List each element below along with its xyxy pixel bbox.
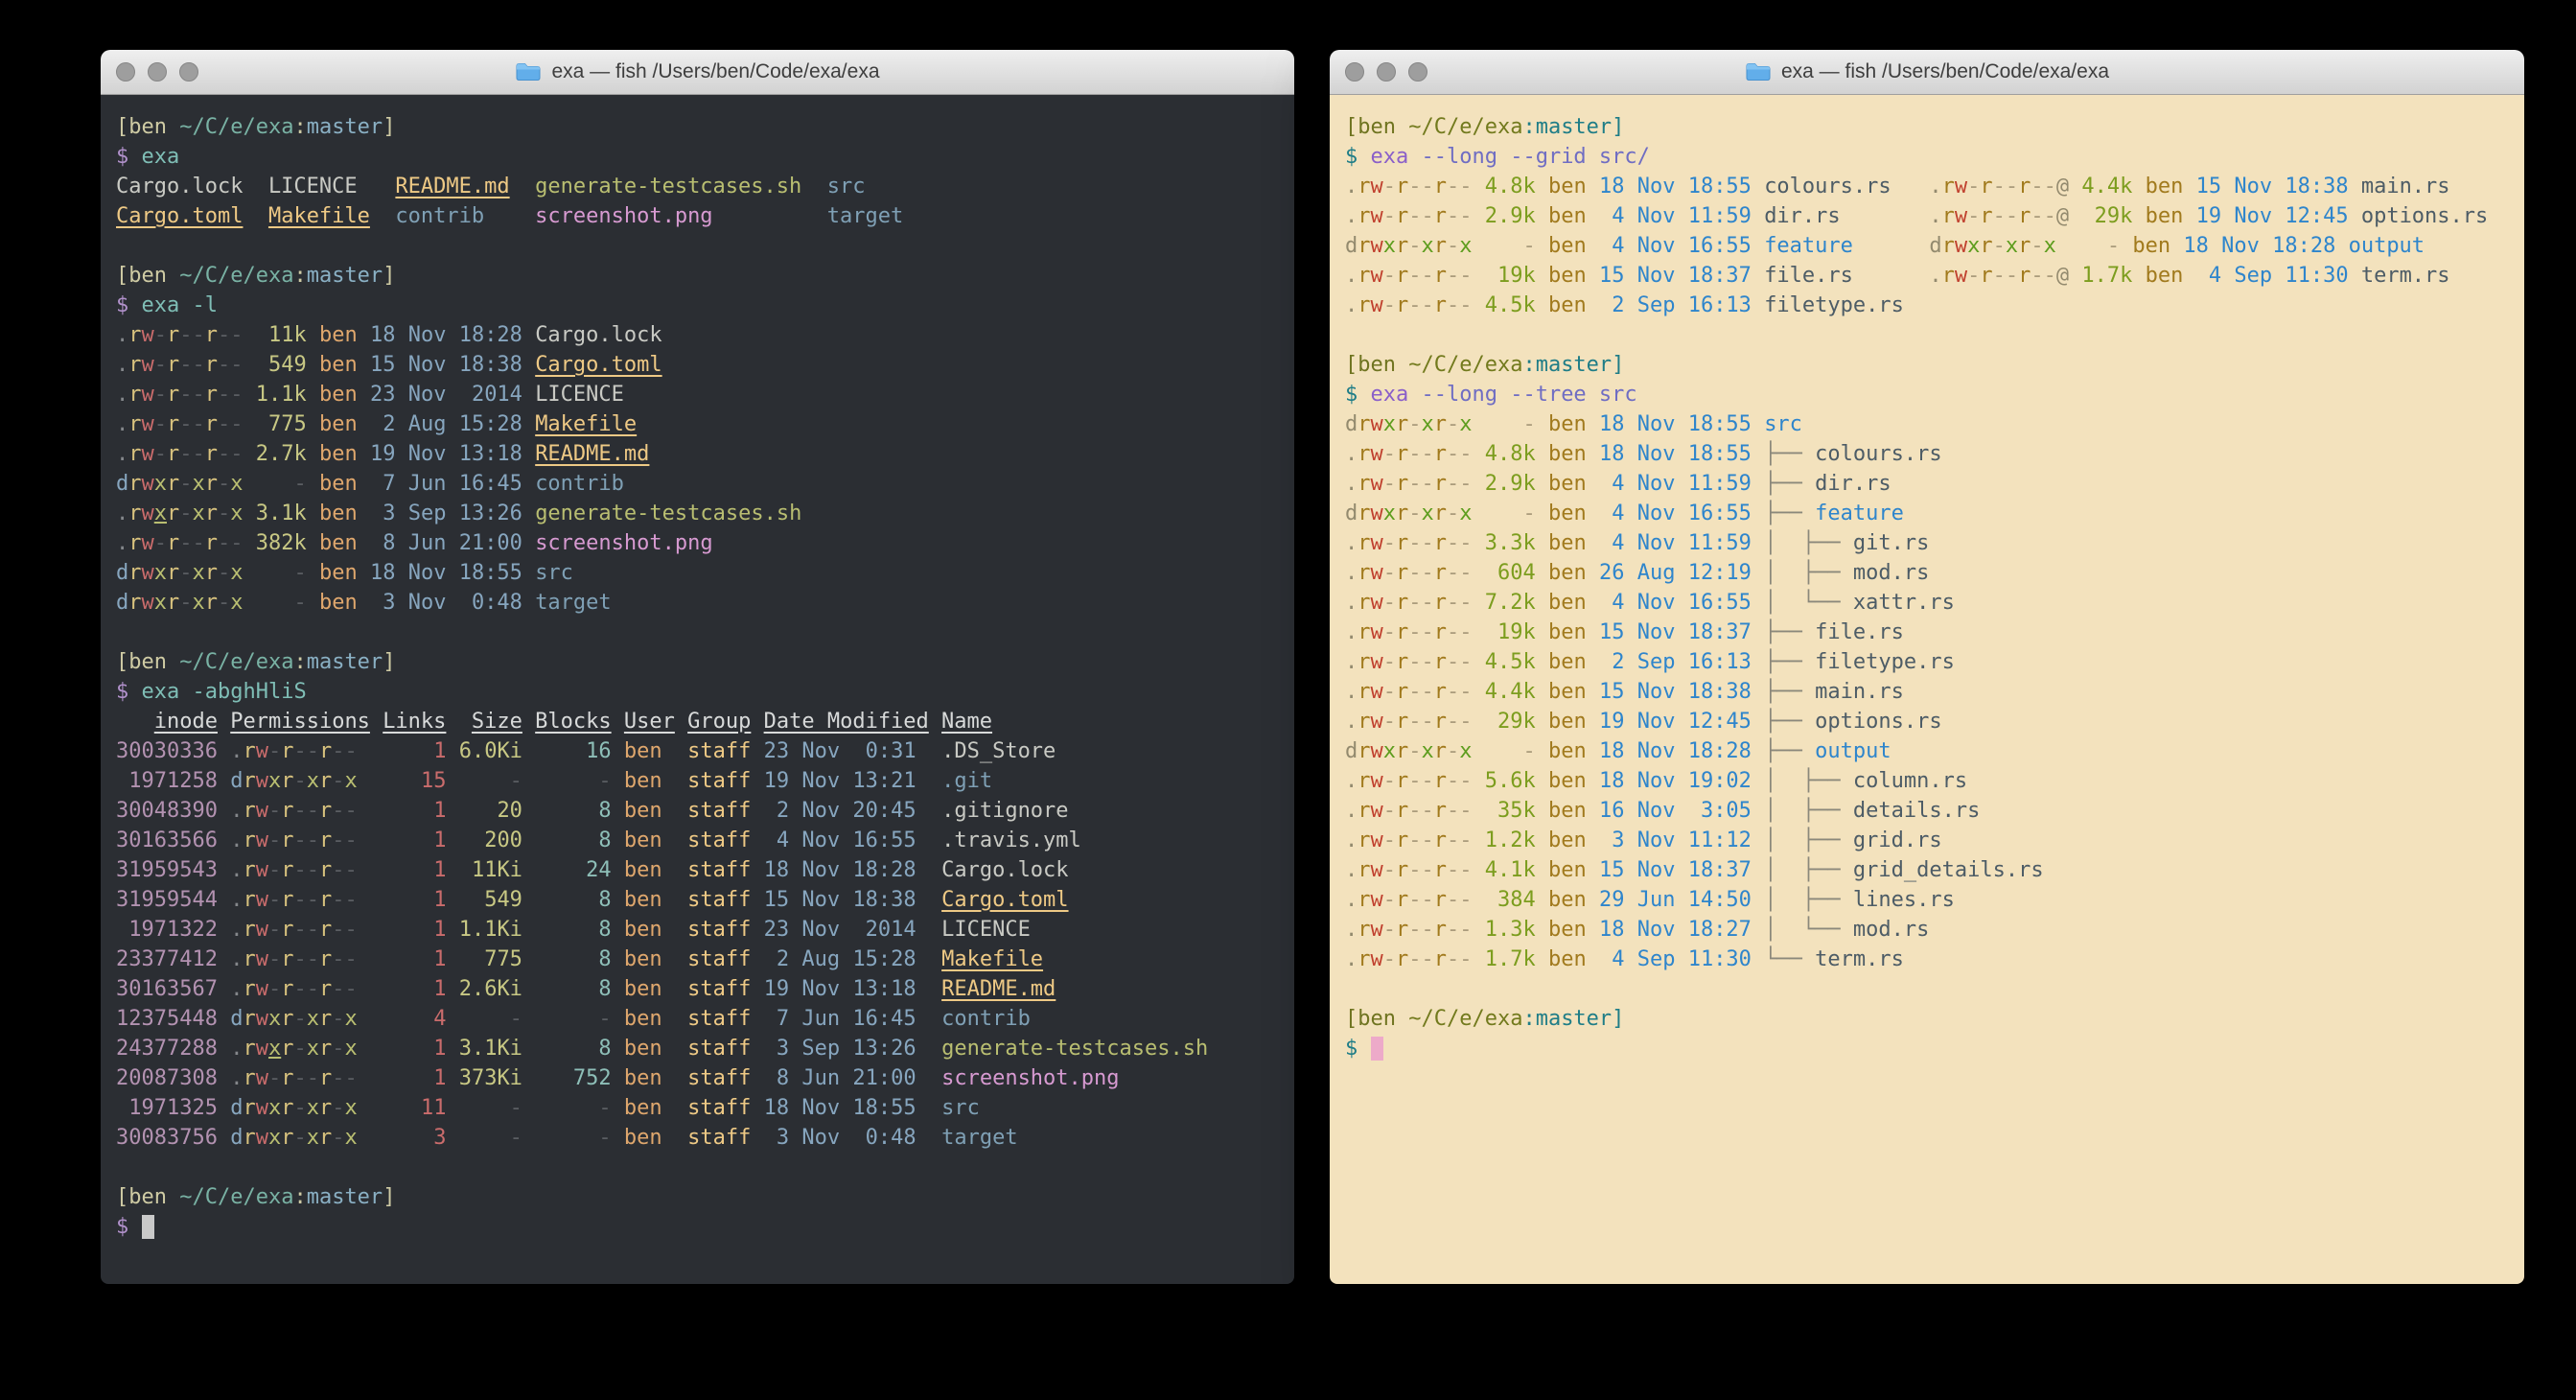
terminal-line [116,1153,1294,1182]
terminal-line: 30048390 .rw-r--r-- 1 20 8 ben staff 2 N… [116,796,1294,826]
window-controls [1345,62,1427,82]
terminal-line: Cargo.toml Makefile contrib screenshot.p… [116,201,1294,231]
minimize-button[interactable] [1377,62,1396,82]
terminal-line: .rw-r--r-- 19k ben 15 Nov 18:37 ├── file… [1345,618,2524,647]
terminal-line [1345,320,2524,350]
terminal-line: $ exa -l [116,291,1294,320]
terminal-line: 24377288 .rwxr-xr-x 1 3.1Ki 8 ben staff … [116,1034,1294,1063]
terminal-line: 30163566 .rw-r--r-- 1 200 8 ben staff 4 … [116,826,1294,855]
terminal-line: 30083756 drwxr-xr-x 3 - - ben staff 3 No… [116,1123,1294,1153]
terminal-line: $ [116,1212,1294,1242]
terminal-line: 12375448 drwxr-xr-x 4 - - ben staff 7 Ju… [116,1004,1294,1034]
terminal-line: $ exa --long --grid src/ [1345,142,2524,172]
terminal-line: .rw-r--r-- 382k ben 8 Jun 21:00 screensh… [116,528,1294,558]
terminal-line: [ben ~/C/e/exa:master] [116,647,1294,677]
desktop: exa — fish /Users/ben/Code/exa/exa [ben … [0,0,2576,1400]
terminal-line: .rwxr-xr-x 3.1k ben 3 Sep 13:26 generate… [116,499,1294,528]
terminal-line: [ben ~/C/e/exa:master] [1345,350,2524,380]
terminal-line: 31959543 .rw-r--r-- 1 11Ki 24 ben staff … [116,855,1294,885]
terminal-line: [ben ~/C/e/exa:master] [1345,1004,2524,1034]
terminal-line: 20087308 .rw-r--r-- 1 373Ki 752 ben staf… [116,1063,1294,1093]
terminal-line: .rw-r--r-- 1.7k ben 4 Sep 11:30 └── term… [1345,945,2524,974]
terminal-line: 31959544 .rw-r--r-- 1 549 8 ben staff 15… [116,885,1294,915]
terminal-line: .rw-r--r-- 3.3k ben 4 Nov 11:59 │ ├── gi… [1345,528,2524,558]
zoom-button[interactable] [179,62,198,82]
terminal-line: .rw-r--r-- 2.9k ben 4 Nov 11:59 dir.rs .… [1345,201,2524,231]
terminal-line: [ben ~/C/e/exa:master] [116,261,1294,291]
terminal-line: .rw-r--r-- 1.3k ben 18 Nov 18:27 │ └── m… [1345,915,2524,945]
terminal-line: .rw-r--r-- 11k ben 18 Nov 18:28 Cargo.lo… [116,320,1294,350]
terminal-output-dark[interactable]: [ben ~/C/e/exa:master]$ exaCargo.lock LI… [101,95,1294,1284]
titlebar-left[interactable]: exa — fish /Users/ben/Code/exa/exa [101,50,1294,95]
terminal-line: $ exa -abghHliS [116,677,1294,707]
terminal-line: .rw-r--r-- 4.8k ben 18 Nov 18:55 colours… [1345,172,2524,201]
terminal-line: drwxr-xr-x - ben 3 Nov 0:48 target [116,588,1294,618]
terminal-line [116,618,1294,647]
terminal-line: drwxr-xr-x - ben 18 Nov 18:55 src [116,558,1294,588]
terminal-line: drwxr-xr-x - ben 4 Nov 16:55 feature drw… [1345,231,2524,261]
terminal-line: .rw-r--r-- 4.5k ben 2 Sep 16:13 ├── file… [1345,647,2524,677]
folder-icon [515,61,542,82]
minimize-button[interactable] [148,62,167,82]
window-title: exa — fish /Users/ben/Code/exa/exa [551,60,879,83]
terminal-line [116,231,1294,261]
terminal-line: .rw-r--r-- 1.1k ben 23 Nov 2014 LICENCE [116,380,1294,409]
terminal-line: $ [1345,1034,2524,1063]
terminal-line: inode Permissions Links Size Blocks User… [116,707,1294,736]
terminal-line: .rw-r--r-- 2.7k ben 19 Nov 13:18 README.… [116,439,1294,469]
terminal-line: .rw-r--r-- 4.8k ben 18 Nov 18:55 ├── col… [1345,439,2524,469]
terminal-line: .rw-r--r-- 35k ben 16 Nov 3:05 │ ├── det… [1345,796,2524,826]
terminal-line: $ exa --long --tree src [1345,380,2524,409]
terminal-line: drwxr-xr-x - ben 7 Jun 16:45 contrib [116,469,1294,499]
zoom-button[interactable] [1408,62,1427,82]
terminal-line: .rw-r--r-- 775 ben 2 Aug 15:28 Makefile [116,409,1294,439]
terminal-line: .rw-r--r-- 4.1k ben 15 Nov 18:37 │ ├── g… [1345,855,2524,885]
folder-icon [1745,61,1772,82]
terminal-line: $ exa [116,142,1294,172]
terminal-line: drwxr-xr-x - ben 18 Nov 18:55 src [1345,409,2524,439]
terminal-line: .rw-r--r-- 4.4k ben 15 Nov 18:38 ├── mai… [1345,677,2524,707]
terminal-line: .rw-r--r-- 2.9k ben 4 Nov 11:59 ├── dir.… [1345,469,2524,499]
terminal-line: [ben ~/C/e/exa:master] [116,1182,1294,1212]
window-controls [116,62,198,82]
titlebar-right[interactable]: exa — fish /Users/ben/Code/exa/exa [1330,50,2524,95]
terminal-line: .rw-r--r-- 5.6k ben 18 Nov 19:02 │ ├── c… [1345,766,2524,796]
terminal-line: .rw-r--r-- 7.2k ben 4 Nov 16:55 │ └── xa… [1345,588,2524,618]
close-button[interactable] [116,62,135,82]
terminal-line: 1971258 drwxr-xr-x 15 - - ben staff 19 N… [116,766,1294,796]
terminal-line: 30030336 .rw-r--r-- 1 6.0Ki 16 ben staff… [116,736,1294,766]
window-title: exa — fish /Users/ben/Code/exa/exa [1781,60,2109,83]
terminal-line: .rw-r--r-- 4.5k ben 2 Sep 16:13 filetype… [1345,291,2524,320]
terminal-line: 1971322 .rw-r--r-- 1 1.1Ki 8 ben staff 2… [116,915,1294,945]
terminal-line: .rw-r--r-- 384 ben 29 Jun 14:50 │ ├── li… [1345,885,2524,915]
terminal-line: [ben ~/C/e/exa:master] [116,112,1294,142]
terminal-line: .rw-r--r-- 29k ben 19 Nov 12:45 ├── opti… [1345,707,2524,736]
terminal-line: Cargo.lock LICENCE README.md generate-te… [116,172,1294,201]
terminal-line: .rw-r--r-- 19k ben 15 Nov 18:37 file.rs … [1345,261,2524,291]
terminal-window-light: exa — fish /Users/ben/Code/exa/exa [ben … [1330,50,2524,1284]
close-button[interactable] [1345,62,1364,82]
terminal-line: 23377412 .rw-r--r-- 1 775 8 ben staff 2 … [116,945,1294,974]
terminal-line: .rw-r--r-- 604 ben 26 Aug 12:19 │ ├── mo… [1345,558,2524,588]
terminal-line: 1971325 drwxr-xr-x 11 - - ben staff 18 N… [116,1093,1294,1123]
terminal-line: .rw-r--r-- 549 ben 15 Nov 18:38 Cargo.to… [116,350,1294,380]
terminal-line: .rw-r--r-- 1.2k ben 3 Nov 11:12 │ ├── gr… [1345,826,2524,855]
terminal-line: 30163567 .rw-r--r-- 1 2.6Ki 8 ben staff … [116,974,1294,1004]
terminal-line: drwxr-xr-x - ben 18 Nov 18:28 ├── output [1345,736,2524,766]
terminal-line: drwxr-xr-x - ben 4 Nov 16:55 ├── feature [1345,499,2524,528]
terminal-line: [ben ~/C/e/exa:master] [1345,112,2524,142]
terminal-window-dark: exa — fish /Users/ben/Code/exa/exa [ben … [101,50,1294,1284]
terminal-line [1345,974,2524,1004]
terminal-output-light[interactable]: [ben ~/C/e/exa:master]$ exa --long --gri… [1330,95,2524,1284]
